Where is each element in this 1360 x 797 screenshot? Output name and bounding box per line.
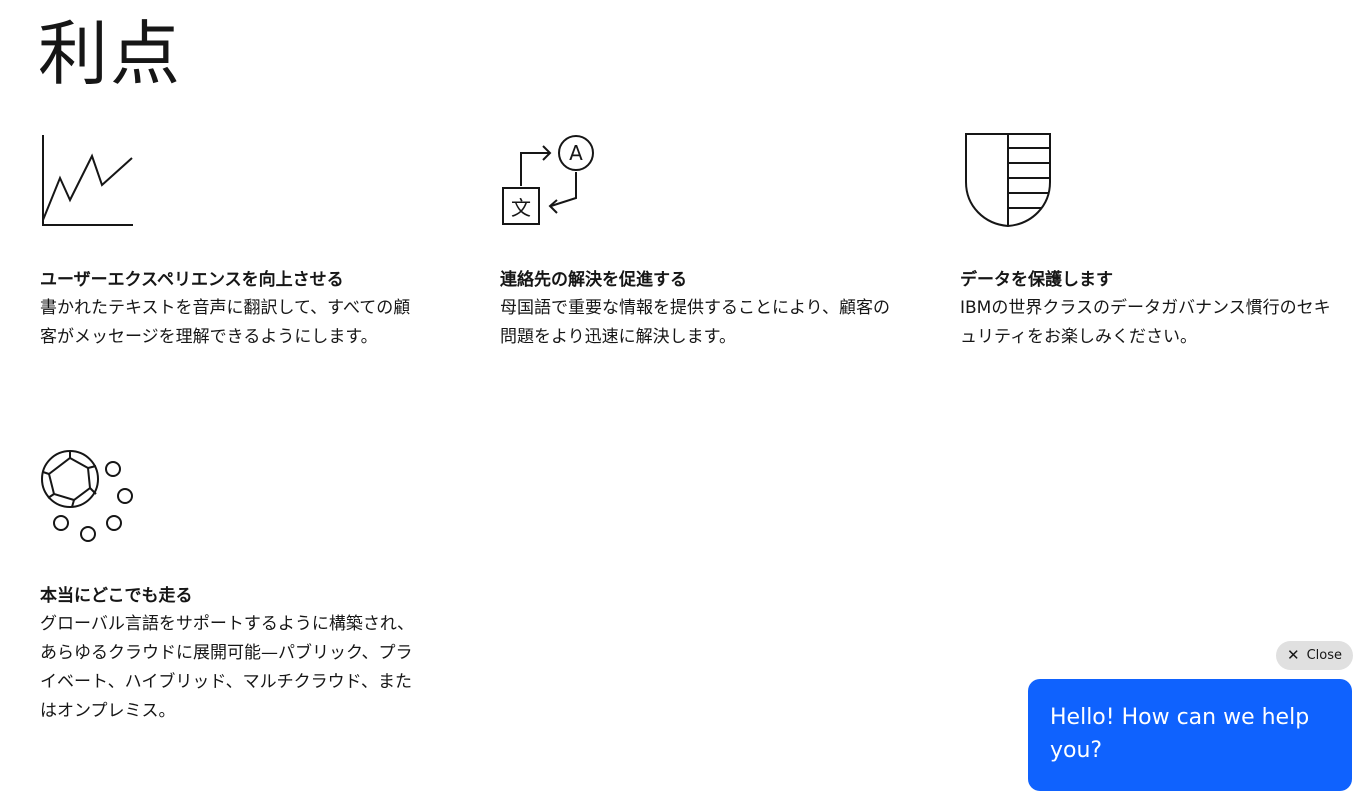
feature-run-anywhere: 本当にどこでも走る グローバル言語をサポートするように構築され、あらゆるクラウド… bbox=[40, 446, 440, 726]
close-label: Close bbox=[1306, 648, 1342, 663]
feature-title: 本当にどこでも走る bbox=[40, 586, 193, 606]
feature-title: 連絡先の解決を促進する bbox=[500, 270, 687, 290]
page-title: 利点 bbox=[38, 13, 182, 95]
close-icon: ✕ bbox=[1287, 646, 1300, 664]
svg-text:A: A bbox=[569, 141, 583, 165]
chat-message: Hello! How can we help you? bbox=[1050, 705, 1310, 763]
shield-icon bbox=[960, 130, 1060, 230]
page: 利点 ユーザーエクスペリエンスを向上させる 書かれたテキストを音声に翻訳して、す… bbox=[0, 0, 1360, 797]
chat-close-button[interactable]: ✕ Close bbox=[1276, 641, 1353, 670]
feature-user-experience: ユーザーエクスペリエンスを向上させる 書かれたテキストを音声に翻訳して、すべての… bbox=[40, 130, 440, 352]
cloud-deploy-icon bbox=[40, 446, 140, 546]
translate-icon: A 文 bbox=[500, 130, 600, 230]
chat-bubble[interactable]: Hello! How can we help you? bbox=[1028, 679, 1352, 791]
feature-data-protection: データを保護します IBMの世界クラスのデータガバナンス慣行のセキュリティをお楽… bbox=[960, 130, 1360, 352]
svg-text:文: 文 bbox=[511, 196, 531, 220]
feature-description: グローバル言語をサポートするように構築され、あらゆるクラウドに展開可能—パブリッ… bbox=[40, 614, 414, 721]
feature-description: IBMの世界クラスのデータガバナンス慣行のセキュリティをお楽しみください。 bbox=[960, 298, 1331, 347]
feature-description: 書かれたテキストを音声に翻訳して、すべての顧客がメッセージを理解できるようにしま… bbox=[40, 298, 411, 347]
feature-description: 母国語で重要な情報を提供することにより、顧客の問題をより迅速に解決します。 bbox=[500, 298, 890, 347]
growth-chart-icon bbox=[40, 130, 140, 230]
feature-title: ユーザーエクスペリエンスを向上させる bbox=[40, 270, 344, 290]
feature-title: データを保護します bbox=[960, 270, 1113, 290]
feature-contact-resolution: A 文 連絡先の解決を促進する 母国語で重要な情報を提供することにより、顧客の問… bbox=[500, 130, 920, 352]
